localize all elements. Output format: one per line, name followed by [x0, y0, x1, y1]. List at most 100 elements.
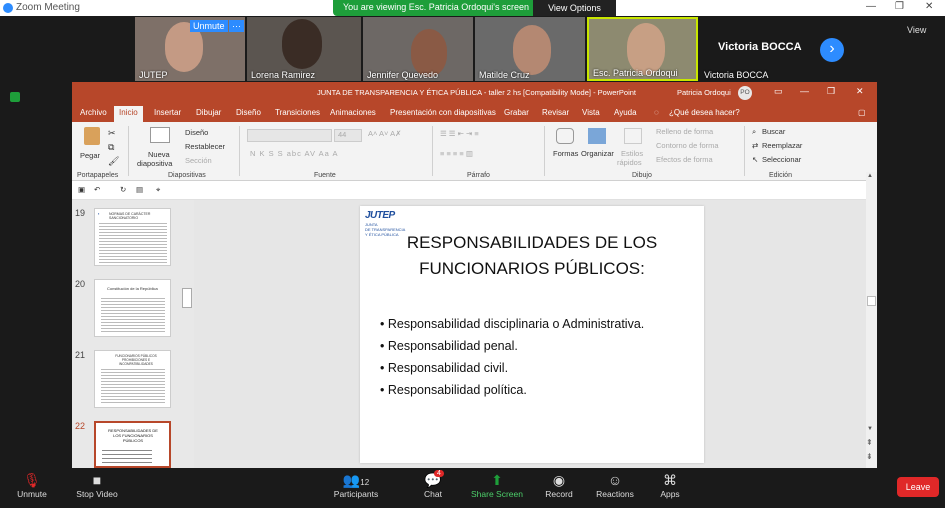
tab-archivo[interactable]: Archivo	[80, 108, 107, 117]
view-options-button[interactable]: View Options	[533, 0, 616, 16]
chat-button[interactable]: 💬 Chat 4	[418, 470, 448, 499]
more-button[interactable]: ···	[229, 20, 244, 32]
arrange-button[interactable]: Organizar	[581, 149, 614, 158]
slide-thumbnails-panel: 19 ▪ NORMAS DE CARÁCTER SANCIONATORIO 20…	[72, 200, 194, 468]
tab-presentacion[interactable]: Presentación con diapositivas	[390, 108, 496, 117]
apps-button[interactable]: ⌘ Apps	[656, 472, 684, 499]
select-button[interactable]: Seleccionar	[762, 155, 801, 164]
tab-animaciones[interactable]: Animaciones	[330, 108, 376, 117]
next-slide-icon[interactable]: ⇟	[866, 452, 873, 461]
unmute-button[interactable]: 🎙 Unmute	[14, 472, 50, 499]
next-page-button[interactable]: ›	[820, 38, 844, 62]
new-slide-button[interactable]: Nueva	[148, 150, 170, 159]
video-tile-patricia[interactable]: Esc. Patricia Ordoqui	[587, 17, 698, 81]
grow-font-icon[interactable]: A˄ A˅ A✗	[368, 129, 401, 138]
font-format-buttons[interactable]: N K S S abc AV Aa A	[250, 149, 339, 158]
slide-thumbnail[interactable]: ▪ NORMAS DE CARÁCTER SANCIONATORIO	[94, 208, 171, 266]
arrange-icon[interactable]	[588, 128, 606, 144]
reset-button[interactable]: Restablecer	[185, 142, 225, 151]
quick-styles-button[interactable]: Estilos	[621, 149, 643, 158]
ppt-restore-icon[interactable]: ❐	[827, 86, 835, 97]
slide-scrollbar[interactable]: ▲ ▼ ⇞ ⇟	[866, 172, 877, 468]
scroll-up-icon[interactable]: ▲	[867, 173, 873, 179]
shape-fill-button[interactable]: Relleno de forma	[656, 127, 713, 136]
slide-number: 21	[75, 350, 86, 360]
video-tile-victoria[interactable]: Victoria BOCCA Victoria BOCCA	[700, 17, 810, 81]
shapes-icon[interactable]	[556, 128, 574, 144]
ppt-minimize-icon[interactable]: —	[800, 86, 809, 96]
video-tile-matilde[interactable]: Matilde Cruz	[475, 17, 585, 81]
paste-icon[interactable]	[84, 127, 100, 145]
tab-grabar[interactable]: Grabar	[504, 108, 529, 117]
comments-icon[interactable]: ▢	[858, 108, 866, 117]
undo-icon[interactable]: ↶	[94, 185, 100, 194]
bullets-icon[interactable]: ☰ ☰ ⇤ ⇥ ≡	[440, 129, 479, 138]
slide-thumbnail-selected[interactable]: RESPONSABILIDADES DE LOS FUNCIONARIOS PÚ…	[94, 421, 171, 468]
video-tile-jutep[interactable]: Unmute ··· JUTEP	[135, 17, 245, 81]
align-icons[interactable]: ≡ ≡ ≡ ≡ ▥	[440, 149, 473, 158]
video-tile-jennifer[interactable]: Jennifer Quevedo	[363, 17, 473, 81]
pointer-icon[interactable]: ⌖	[156, 185, 160, 195]
tab-inicio[interactable]: Inicio	[114, 106, 143, 122]
restore-button[interactable]: ❐	[895, 1, 904, 12]
tab-transiciones[interactable]: Transiciones	[275, 108, 320, 117]
panel-scrollbar[interactable]	[182, 288, 192, 308]
section-button[interactable]: Sección	[185, 156, 212, 165]
participants-button[interactable]: 👥12 Participants	[332, 472, 380, 499]
scroll-thumb[interactable]	[867, 296, 876, 306]
group-dibujo: Dibujo	[632, 172, 652, 179]
window-title: Zoom Meeting	[16, 2, 80, 13]
slide-thumbnail[interactable]: FUNCIONARIOS PÚBLICOS PROHIBICIONES E IN…	[94, 350, 171, 408]
present-icon[interactable]: ▤	[136, 185, 143, 194]
stop-video-button[interactable]: ■ Stop Video	[72, 472, 122, 499]
video-tile-lorena[interactable]: Lorena Ramirez	[247, 17, 361, 81]
shape-effects-button[interactable]: Efectos de forma	[656, 155, 713, 164]
format-painter-icon[interactable]: 🖌	[108, 156, 119, 167]
replace-icon[interactable]: ⇄	[752, 141, 758, 150]
find-button[interactable]: Buscar	[762, 127, 785, 136]
paste-button[interactable]: Pegar	[80, 151, 100, 160]
cut-icon[interactable]: ✂	[108, 128, 116, 139]
record-button[interactable]: ◉ Record	[542, 472, 576, 499]
font-name-select[interactable]	[247, 129, 332, 142]
tell-me-search[interactable]: ¿Qué desea hacer?	[669, 108, 740, 117]
avatar[interactable]: PO	[738, 86, 752, 100]
current-slide[interactable]: JUTEP JUNTA DE TRANSPARENCIA Y ÉTICA PÚBLI…	[360, 206, 704, 463]
ribbon: Pegar ✂ ⧉ 🖌 Portapapeles Nueva diapositi…	[72, 122, 877, 181]
tab-insertar[interactable]: Insertar	[154, 108, 181, 117]
copy-icon[interactable]: ⧉	[108, 142, 114, 153]
search-icon[interactable]: ⌕	[752, 127, 756, 137]
share-screen-button[interactable]: ⬆ Share Screen	[470, 472, 524, 499]
new-slide-icon[interactable]	[150, 127, 170, 143]
scroll-down-icon[interactable]: ▼	[867, 426, 873, 432]
group-diapositivas: Diapositivas	[168, 172, 206, 179]
tab-vista[interactable]: Vista	[582, 108, 600, 117]
prev-slide-icon[interactable]: ⇞	[866, 438, 873, 447]
shape-outline-button[interactable]: Contorno de forma	[656, 141, 719, 150]
tab-diseno[interactable]: Diseño	[236, 108, 261, 117]
tab-dibujar[interactable]: Dibujar	[196, 108, 221, 117]
font-size-select[interactable]: 44	[334, 129, 362, 142]
slide-thumbnail[interactable]: Constitución de la República	[94, 279, 171, 337]
record-icon: ◉	[552, 472, 566, 488]
bullet-item: • Responsabilidad disciplinaria o Admini…	[380, 317, 645, 331]
leave-button[interactable]: Leave	[897, 477, 939, 497]
reactions-button[interactable]: ☺ Reactions	[594, 472, 636, 499]
minimize-button[interactable]: —	[866, 1, 876, 12]
save-icon[interactable]: ▣	[78, 185, 85, 194]
unmute-request[interactable]: Unmute	[190, 20, 228, 32]
tab-ayuda[interactable]: Ayuda	[614, 108, 637, 117]
chat-badge: 4	[434, 470, 444, 477]
tab-revisar[interactable]: Revisar	[542, 108, 569, 117]
redo-icon[interactable]: ↻	[120, 185, 126, 194]
replace-button[interactable]: Reemplazar	[762, 141, 802, 150]
ribbon-display-icon[interactable]: ▭	[774, 86, 783, 97]
view-button[interactable]: View	[907, 25, 926, 35]
select-icon[interactable]: ↖	[752, 155, 758, 164]
video-camera-icon: ■	[92, 472, 102, 488]
ppt-close-icon[interactable]: ✕	[856, 86, 864, 97]
shapes-button[interactable]: Formas	[553, 149, 578, 158]
quick-styles-icon[interactable]	[624, 128, 642, 144]
close-button[interactable]: ✕	[925, 1, 933, 12]
layout-button[interactable]: Diseño	[185, 128, 208, 137]
